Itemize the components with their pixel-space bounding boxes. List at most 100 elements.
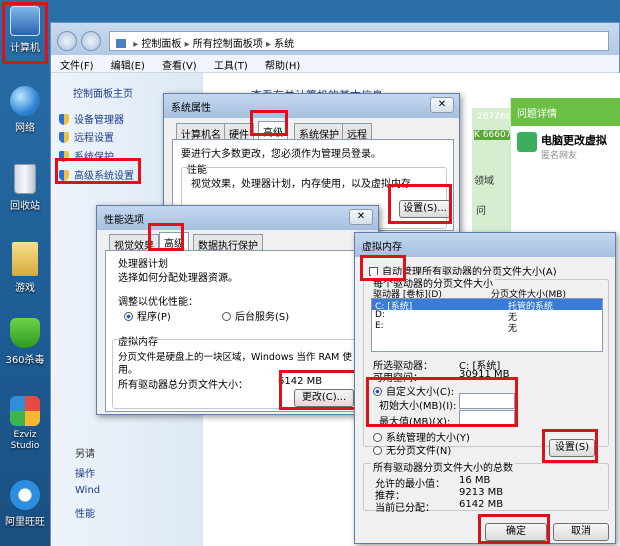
close-button[interactable]: ✕ bbox=[349, 209, 373, 225]
perf-settings-button[interactable]: 设置(S)... bbox=[399, 200, 451, 218]
menu-tools[interactable]: 工具(T) bbox=[209, 55, 253, 74]
stat-text-2: K 66607 bbox=[474, 130, 512, 140]
vm-desc-1: 分页文件是硬盘上的一块区域，Windows 当作 RAM 使 bbox=[118, 352, 352, 363]
menu-file[interactable]: 文件(F) bbox=[55, 55, 99, 74]
tab-dep[interactable]: 数据执行保护 bbox=[193, 234, 263, 252]
tab-remote[interactable]: 远程 bbox=[342, 123, 372, 141]
games-folder-icon bbox=[12, 242, 38, 276]
avatar bbox=[517, 132, 537, 152]
see-also-link-2[interactable]: Wind bbox=[75, 485, 100, 496]
link-system-protection[interactable]: 系统保护 bbox=[59, 148, 114, 163]
vm-total-value: 6142 MB bbox=[278, 376, 323, 387]
radio-dot bbox=[373, 446, 382, 455]
list-item[interactable]: D: 无 bbox=[372, 310, 602, 323]
desktop-icon-computer[interactable]: 计算机 bbox=[0, 6, 50, 54]
close-button[interactable]: ✕ bbox=[430, 97, 454, 113]
breadcrumb-0[interactable]: 控制面板 bbox=[141, 39, 181, 50]
tab-visual-effects[interactable]: 视觉效果 bbox=[109, 234, 159, 252]
min-allowed-value: 16 MB bbox=[459, 475, 491, 486]
radio-no-paging[interactable]: 无分页文件(N) bbox=[373, 442, 451, 457]
see-also-link-3[interactable]: 性能 bbox=[75, 505, 95, 520]
partial-label-q: 问 bbox=[476, 206, 486, 217]
uac-shield-icon bbox=[59, 114, 69, 125]
cpu-desc: 选择如何分配处理器资源。 bbox=[118, 273, 238, 284]
qa-sub: 匿名网友 bbox=[541, 151, 578, 161]
control-panel-icon bbox=[116, 39, 126, 48]
set-button[interactable]: 设置(S) bbox=[549, 439, 595, 457]
desktop-icon-ezviz[interactable]: Ezviz Studio bbox=[0, 396, 50, 451]
perf-desc: 视觉效果，处理器计划，内存使用，以及虚拟内存 bbox=[191, 179, 411, 190]
desktop-icon-label: 游戏 bbox=[15, 283, 35, 294]
desktop-icon-network[interactable]: 网络 bbox=[0, 86, 50, 134]
close-icon: ✕ bbox=[437, 99, 447, 110]
tab-system-protection[interactable]: 系统保护 bbox=[294, 123, 344, 141]
perf-tabs: 视觉效果 高级 数据执行保护 bbox=[105, 232, 375, 252]
see-also-heading: 另请 bbox=[75, 449, 95, 460]
list-item[interactable]: C: [系统] 托管的系统 bbox=[372, 299, 602, 312]
radio-custom-size[interactable]: 自定义大小(C): bbox=[373, 383, 454, 398]
change-button[interactable]: 更改(C)... bbox=[294, 389, 354, 407]
desktop-icon-360[interactable]: 360杀毒 bbox=[0, 318, 50, 366]
stat-text: 267760 bbox=[477, 112, 512, 122]
current-label: 当前已分配： bbox=[375, 503, 435, 514]
aliwangwang-icon bbox=[10, 480, 40, 510]
tab-computer-name[interactable]: 计算机名 bbox=[176, 123, 226, 141]
link-device-manager[interactable]: 设备管理器 bbox=[59, 111, 124, 126]
menu-view[interactable]: 查看(V) bbox=[157, 55, 202, 74]
link-advanced-system-settings[interactable]: 高级系统设置 bbox=[59, 167, 134, 182]
menu-help[interactable]: 帮助(H) bbox=[260, 55, 305, 74]
free-space-label: 可用空间： bbox=[373, 373, 423, 384]
dialog-title: 系统属性 bbox=[164, 94, 459, 118]
perf-panel: 处理器计划 选择如何分配处理器资源。 调整以优化性能： 程序(P) 后台服务(S… bbox=[105, 250, 373, 412]
back-button[interactable] bbox=[57, 31, 77, 51]
desktop-icon-games[interactable]: 游戏 bbox=[0, 242, 50, 294]
address-area: ▸ 控制面板 ▸ 所有控制面板项 ▸ 系统 bbox=[51, 23, 619, 55]
desktop-icon-label: 阿里旺旺 bbox=[5, 517, 45, 528]
dialog-title: 虚拟内存 bbox=[355, 233, 615, 257]
cancel-button[interactable]: 取消 bbox=[553, 523, 609, 541]
breadcrumb-2[interactable]: 系统 bbox=[274, 39, 294, 50]
desktop-icon-recycle-bin[interactable]: 回收站 bbox=[0, 164, 50, 212]
ezviz-app-icon bbox=[10, 396, 40, 426]
see-also-link-1[interactable]: 操作 bbox=[75, 465, 95, 480]
360-shield-icon bbox=[10, 318, 40, 348]
tab-hardware[interactable]: 硬件 bbox=[224, 123, 254, 141]
radio-background-services[interactable]: 后台服务(S) bbox=[222, 308, 289, 323]
dialog-title: 性能选项 bbox=[97, 206, 378, 230]
desktop-icon-label: 计算机 bbox=[10, 43, 40, 54]
max-size-input[interactable] bbox=[459, 410, 515, 426]
desktop-icon-aliwangwang[interactable]: 阿里旺旺 bbox=[0, 480, 50, 528]
performance-options-dialog: 性能选项 ✕ 视觉效果 高级 数据执行保护 处理器计划 选择如何分配处理器资源。… bbox=[96, 205, 379, 415]
computer-icon bbox=[10, 6, 40, 36]
qa-header: 问题详情 bbox=[511, 98, 620, 126]
optimize-label: 调整以优化性能： bbox=[118, 297, 198, 308]
initial-size-label: 初始大小(MB)(I): bbox=[379, 401, 457, 412]
address-bar[interactable]: ▸ 控制面板 ▸ 所有控制面板项 ▸ 系统 bbox=[109, 31, 609, 51]
radio-dot bbox=[222, 312, 231, 321]
ok-button[interactable]: 确定 bbox=[485, 523, 547, 541]
cp-home-link[interactable]: 控制面板主页 bbox=[73, 85, 133, 100]
sysprop-tabs: 计算机名 硬件 高级 系统保护 远程 bbox=[172, 121, 452, 141]
forward-button[interactable] bbox=[81, 31, 101, 51]
qa-title[interactable]: 电脑更改虚拟 bbox=[541, 132, 607, 148]
tab-advanced[interactable]: 高级 bbox=[258, 121, 288, 139]
partial-label-field: 领域 bbox=[474, 176, 494, 187]
radio-dot bbox=[373, 433, 382, 442]
uac-shield-icon bbox=[59, 170, 69, 181]
radio-programs[interactable]: 程序(P) bbox=[124, 308, 171, 323]
radio-dot bbox=[124, 312, 133, 321]
close-icon: ✕ bbox=[356, 211, 366, 222]
vm-total-label: 所有驱动器总分页文件大小： bbox=[118, 380, 248, 391]
green-side-strip: 267760 K 66607 领域 问 bbox=[472, 108, 512, 238]
link-remote-settings[interactable]: 远程设置 bbox=[59, 129, 114, 144]
menu-edit[interactable]: 编辑(E) bbox=[106, 55, 150, 74]
vm-desc-2: 用。 bbox=[118, 365, 138, 376]
qa-panel: 问题详情 电脑更改虚拟 匿名网友 bbox=[510, 98, 620, 238]
tab-advanced[interactable]: 高级 bbox=[159, 232, 189, 250]
uac-shield-icon bbox=[59, 132, 69, 143]
initial-size-input[interactable] bbox=[459, 393, 515, 409]
drive-list[interactable]: C: [系统] 托管的系统 D: 无 E: 无 bbox=[371, 298, 603, 352]
list-item[interactable]: E: 无 bbox=[372, 321, 602, 334]
breadcrumb-1[interactable]: 所有控制面板项 bbox=[193, 39, 263, 50]
uac-shield-icon bbox=[59, 151, 69, 162]
